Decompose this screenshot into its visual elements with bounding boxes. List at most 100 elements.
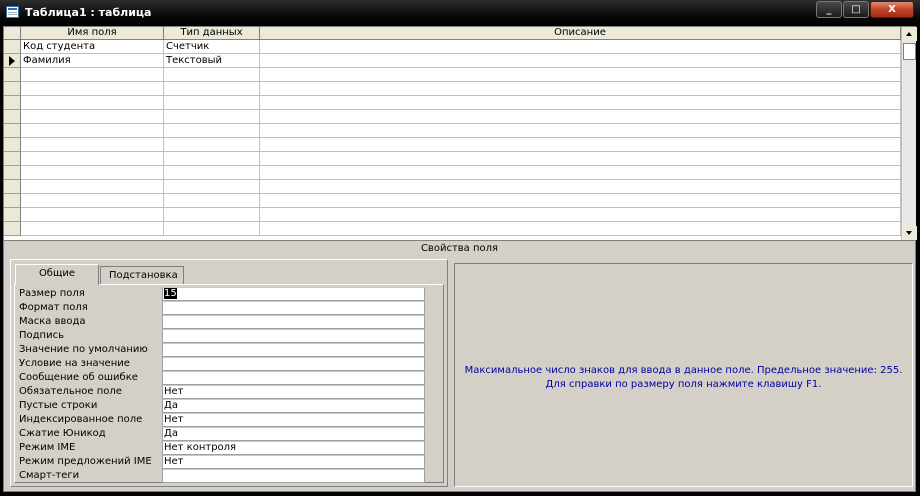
row-selector[interactable]: [4, 152, 21, 166]
description-cell[interactable]: [260, 96, 901, 110]
row-selector[interactable]: [4, 96, 21, 110]
row-selector[interactable]: [4, 208, 21, 222]
description-cell[interactable]: [260, 110, 901, 124]
data-type-cell[interactable]: [164, 222, 260, 236]
table-row[interactable]: [4, 82, 901, 96]
data-type-cell[interactable]: [164, 180, 260, 194]
data-type-cell[interactable]: [164, 82, 260, 96]
property-value-field[interactable]: 15: [162, 287, 425, 301]
table-row[interactable]: [4, 138, 901, 152]
data-type-cell[interactable]: Текстовый: [164, 54, 260, 68]
field-name-cell[interactable]: [21, 222, 164, 236]
field-name-cell[interactable]: Код студента: [21, 40, 164, 54]
table-row[interactable]: [4, 68, 901, 82]
header-description[interactable]: Описание: [260, 27, 901, 40]
data-type-cell[interactable]: [164, 68, 260, 82]
field-name-cell[interactable]: [21, 166, 164, 180]
data-type-cell[interactable]: [164, 124, 260, 138]
description-cell[interactable]: [260, 68, 901, 82]
description-cell[interactable]: [260, 82, 901, 96]
row-selector[interactable]: [4, 40, 21, 54]
current-row-indicator-icon[interactable]: [4, 54, 21, 68]
header-data-type[interactable]: Тип данных: [164, 27, 260, 40]
property-value-field[interactable]: Нет: [162, 413, 425, 427]
table-row[interactable]: [4, 208, 901, 222]
tab-lookup[interactable]: Подстановка: [100, 266, 184, 285]
field-name-cell[interactable]: [21, 124, 164, 138]
row-selector[interactable]: [4, 222, 21, 236]
row-selector[interactable]: [4, 82, 21, 96]
select-all-corner[interactable]: [4, 27, 21, 40]
row-selector[interactable]: [4, 124, 21, 138]
field-name-cell[interactable]: [21, 68, 164, 82]
table-row[interactable]: Код студента Счетчик: [4, 40, 901, 54]
field-name-cell[interactable]: [21, 110, 164, 124]
row-selector[interactable]: [4, 68, 21, 82]
field-name-cell[interactable]: [21, 194, 164, 208]
property-value-field[interactable]: Нет контроля: [162, 441, 425, 455]
field-name-cell[interactable]: [21, 138, 164, 152]
description-cell[interactable]: [260, 222, 901, 236]
minimize-button[interactable]: _: [816, 1, 842, 18]
property-value-field[interactable]: Нет: [162, 385, 425, 399]
field-name-cell[interactable]: [21, 82, 164, 96]
field-name-cell[interactable]: [21, 96, 164, 110]
scroll-thumb[interactable]: [903, 43, 916, 60]
property-label: Формат поля: [19, 302, 88, 313]
description-cell[interactable]: [260, 40, 901, 54]
row-selector[interactable]: [4, 180, 21, 194]
property-value-field[interactable]: [162, 315, 425, 329]
row-selector[interactable]: [4, 110, 21, 124]
table-row[interactable]: [4, 180, 901, 194]
property-value-field[interactable]: [162, 301, 425, 315]
field-name-cell[interactable]: [21, 180, 164, 194]
description-cell[interactable]: [260, 180, 901, 194]
row-selector[interactable]: [4, 194, 21, 208]
table-row[interactable]: [4, 110, 901, 124]
description-cell[interactable]: [260, 208, 901, 222]
table-row[interactable]: [4, 152, 901, 166]
row-selector[interactable]: [4, 138, 21, 152]
data-type-cell[interactable]: [164, 110, 260, 124]
property-value-field[interactable]: [162, 357, 425, 371]
description-cell[interactable]: [260, 138, 901, 152]
data-type-cell[interactable]: [164, 194, 260, 208]
description-cell[interactable]: [260, 124, 901, 138]
property-value-field[interactable]: [162, 343, 425, 357]
property-value-field[interactable]: Да: [162, 427, 425, 441]
tab-general[interactable]: Общие: [15, 264, 99, 285]
table-row[interactable]: [4, 166, 901, 180]
data-type-cell[interactable]: [164, 208, 260, 222]
field-name-cell[interactable]: Фамилия: [21, 54, 164, 68]
table-row[interactable]: Фамилия Текстовый: [4, 54, 901, 68]
data-type-cell[interactable]: [164, 96, 260, 110]
property-label: Пустые строки: [19, 400, 98, 411]
table-row[interactable]: [4, 124, 901, 138]
description-cell[interactable]: [260, 194, 901, 208]
property-value-field[interactable]: Нет: [162, 455, 425, 469]
property-value-field[interactable]: [162, 329, 425, 343]
table-row[interactable]: [4, 96, 901, 110]
table-row[interactable]: [4, 222, 901, 236]
field-name-cell[interactable]: [21, 208, 164, 222]
description-cell[interactable]: [260, 54, 901, 68]
header-field-name[interactable]: Имя поля: [21, 27, 164, 40]
data-type-cell[interactable]: [164, 166, 260, 180]
description-cell[interactable]: [260, 152, 901, 166]
description-cell[interactable]: [260, 166, 901, 180]
field-name-cell[interactable]: [21, 152, 164, 166]
data-type-cell[interactable]: Счетчик: [164, 40, 260, 54]
scroll-up-arrow-icon[interactable]: [902, 27, 917, 41]
property-value-field[interactable]: [162, 469, 425, 483]
table-row[interactable]: [4, 194, 901, 208]
data-type-cell[interactable]: [164, 138, 260, 152]
vertical-scrollbar[interactable]: [901, 27, 917, 240]
property-value-field[interactable]: Да: [162, 399, 425, 413]
data-type-cell[interactable]: [164, 152, 260, 166]
close-button[interactable]: X: [870, 1, 914, 18]
scroll-down-arrow-icon[interactable]: [902, 226, 917, 240]
maximize-button[interactable]: □: [843, 1, 869, 18]
property-value-field[interactable]: [162, 371, 425, 385]
row-selector[interactable]: [4, 166, 21, 180]
title-bar[interactable]: Таблица1 : таблица _ □ X: [0, 0, 920, 26]
